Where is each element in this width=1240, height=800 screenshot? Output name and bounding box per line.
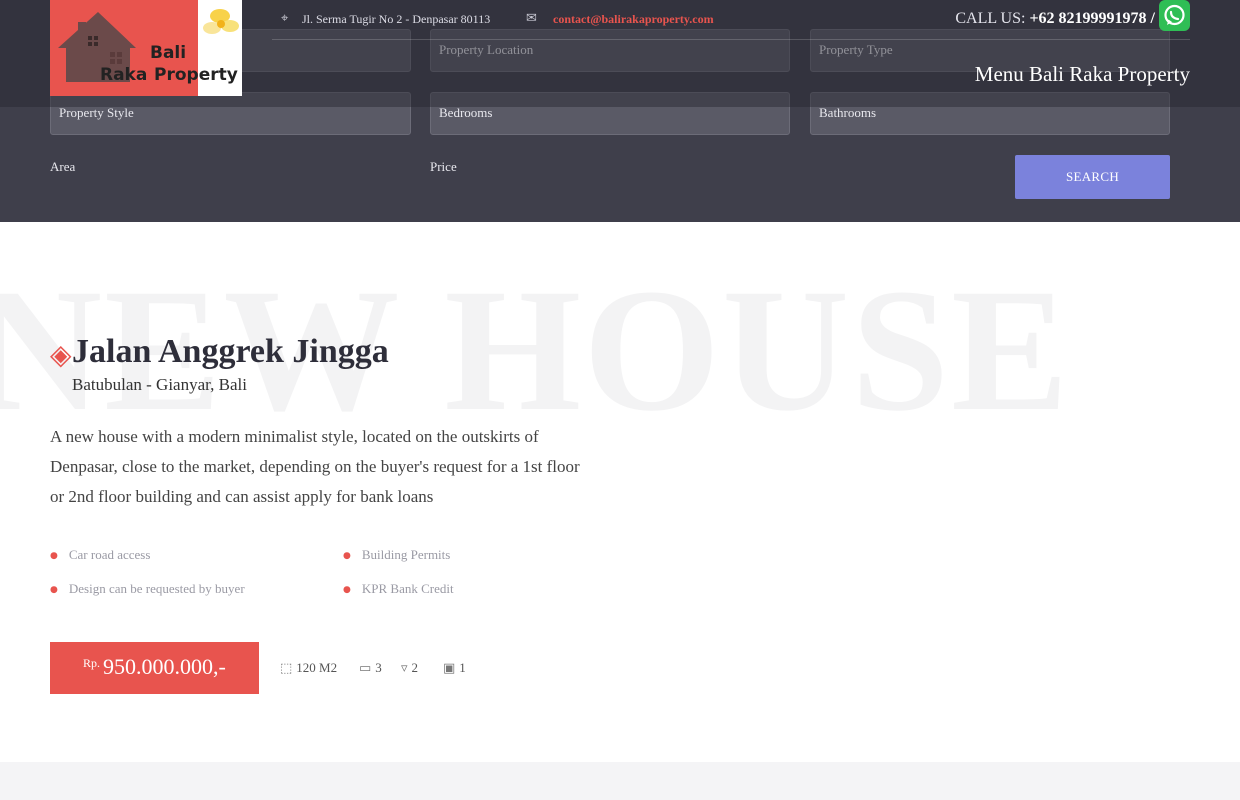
feature-label: Building Permits	[361, 547, 451, 562]
spec-bathrooms: ▿ 2	[401, 660, 418, 676]
feature-label: Car road access	[68, 547, 151, 562]
price-badge: Rp. 950.000.000,-	[50, 642, 259, 694]
logo-text-line1: Bali	[150, 43, 187, 63]
address-text: Jl. Serma Tugir No 2 - Denpasar 80113	[302, 12, 491, 26]
feature-bullet-icon: ●	[343, 585, 351, 595]
feature-bullet-icon: ●	[50, 585, 58, 595]
frangipani-flower-icon	[203, 9, 239, 34]
map-marker-icon: ◈	[50, 338, 72, 371]
search-button[interactable]: SEARCH	[1015, 155, 1170, 199]
feature-item: ● KPR Bank Credit	[343, 581, 454, 597]
area-icon: ⬚	[280, 661, 293, 676]
logo-text-line2: Raka	[100, 65, 148, 85]
call-us: CALL US: +62 82199991978 /	[955, 10, 1155, 28]
spec-value: 3	[375, 660, 382, 675]
bed-icon: ▭	[359, 661, 372, 676]
spec-area: ⬚ 120 M2	[280, 660, 337, 676]
feature-item: ● Design can be requested by buyer	[50, 581, 245, 597]
call-label: CALL US:	[955, 10, 1026, 27]
bath-icon: ▿	[401, 661, 408, 676]
site-logo[interactable]: Bali Raka Property	[50, 0, 242, 96]
listing-description: A new house with a modern minimalist sty…	[50, 427, 580, 506]
feature-label: KPR Bank Credit	[361, 581, 454, 596]
phone-link[interactable]: +62 82199991978 /	[1029, 10, 1155, 27]
feature-bullet-icon: ●	[50, 551, 58, 561]
spec-value: 120 M2	[296, 660, 338, 675]
listing-title: Jalan Anggrek Jingga	[72, 333, 389, 370]
spec-value: 2	[411, 660, 419, 675]
listing-location: Batubulan - Gianyar, Bali	[72, 375, 247, 394]
price-currency: Rp.	[83, 656, 101, 670]
spec-bedrooms: ▭ 3	[359, 660, 382, 676]
map-marker-icon: ⌖	[281, 11, 289, 26]
envelope-icon: ✉	[526, 11, 537, 26]
menu-toggle[interactable]: Menu Bali Raka Property	[975, 62, 1190, 87]
whatsapp-glyph	[1164, 4, 1185, 26]
feature-bullet-icon: ●	[343, 551, 351, 561]
email-link[interactable]: contact@balirakaproperty.com	[553, 12, 714, 27]
topbar-divider	[272, 39, 1190, 40]
spec-garage: ▣ 1	[443, 660, 466, 676]
whatsapp-icon[interactable]	[1159, 0, 1190, 31]
area-label: Area	[50, 159, 76, 174]
feature-item: ● Car road access	[50, 547, 150, 563]
car-icon: ▣	[443, 661, 456, 676]
price-label: Price	[430, 159, 457, 174]
price-amount: 950.000.000,-	[103, 654, 226, 679]
feature-item: ● Building Permits	[343, 547, 450, 563]
logo-text-line3: Property	[154, 65, 238, 85]
feature-label: Design can be requested by buyer	[68, 581, 245, 596]
next-section	[0, 762, 1240, 800]
spec-value: 1	[459, 660, 466, 675]
